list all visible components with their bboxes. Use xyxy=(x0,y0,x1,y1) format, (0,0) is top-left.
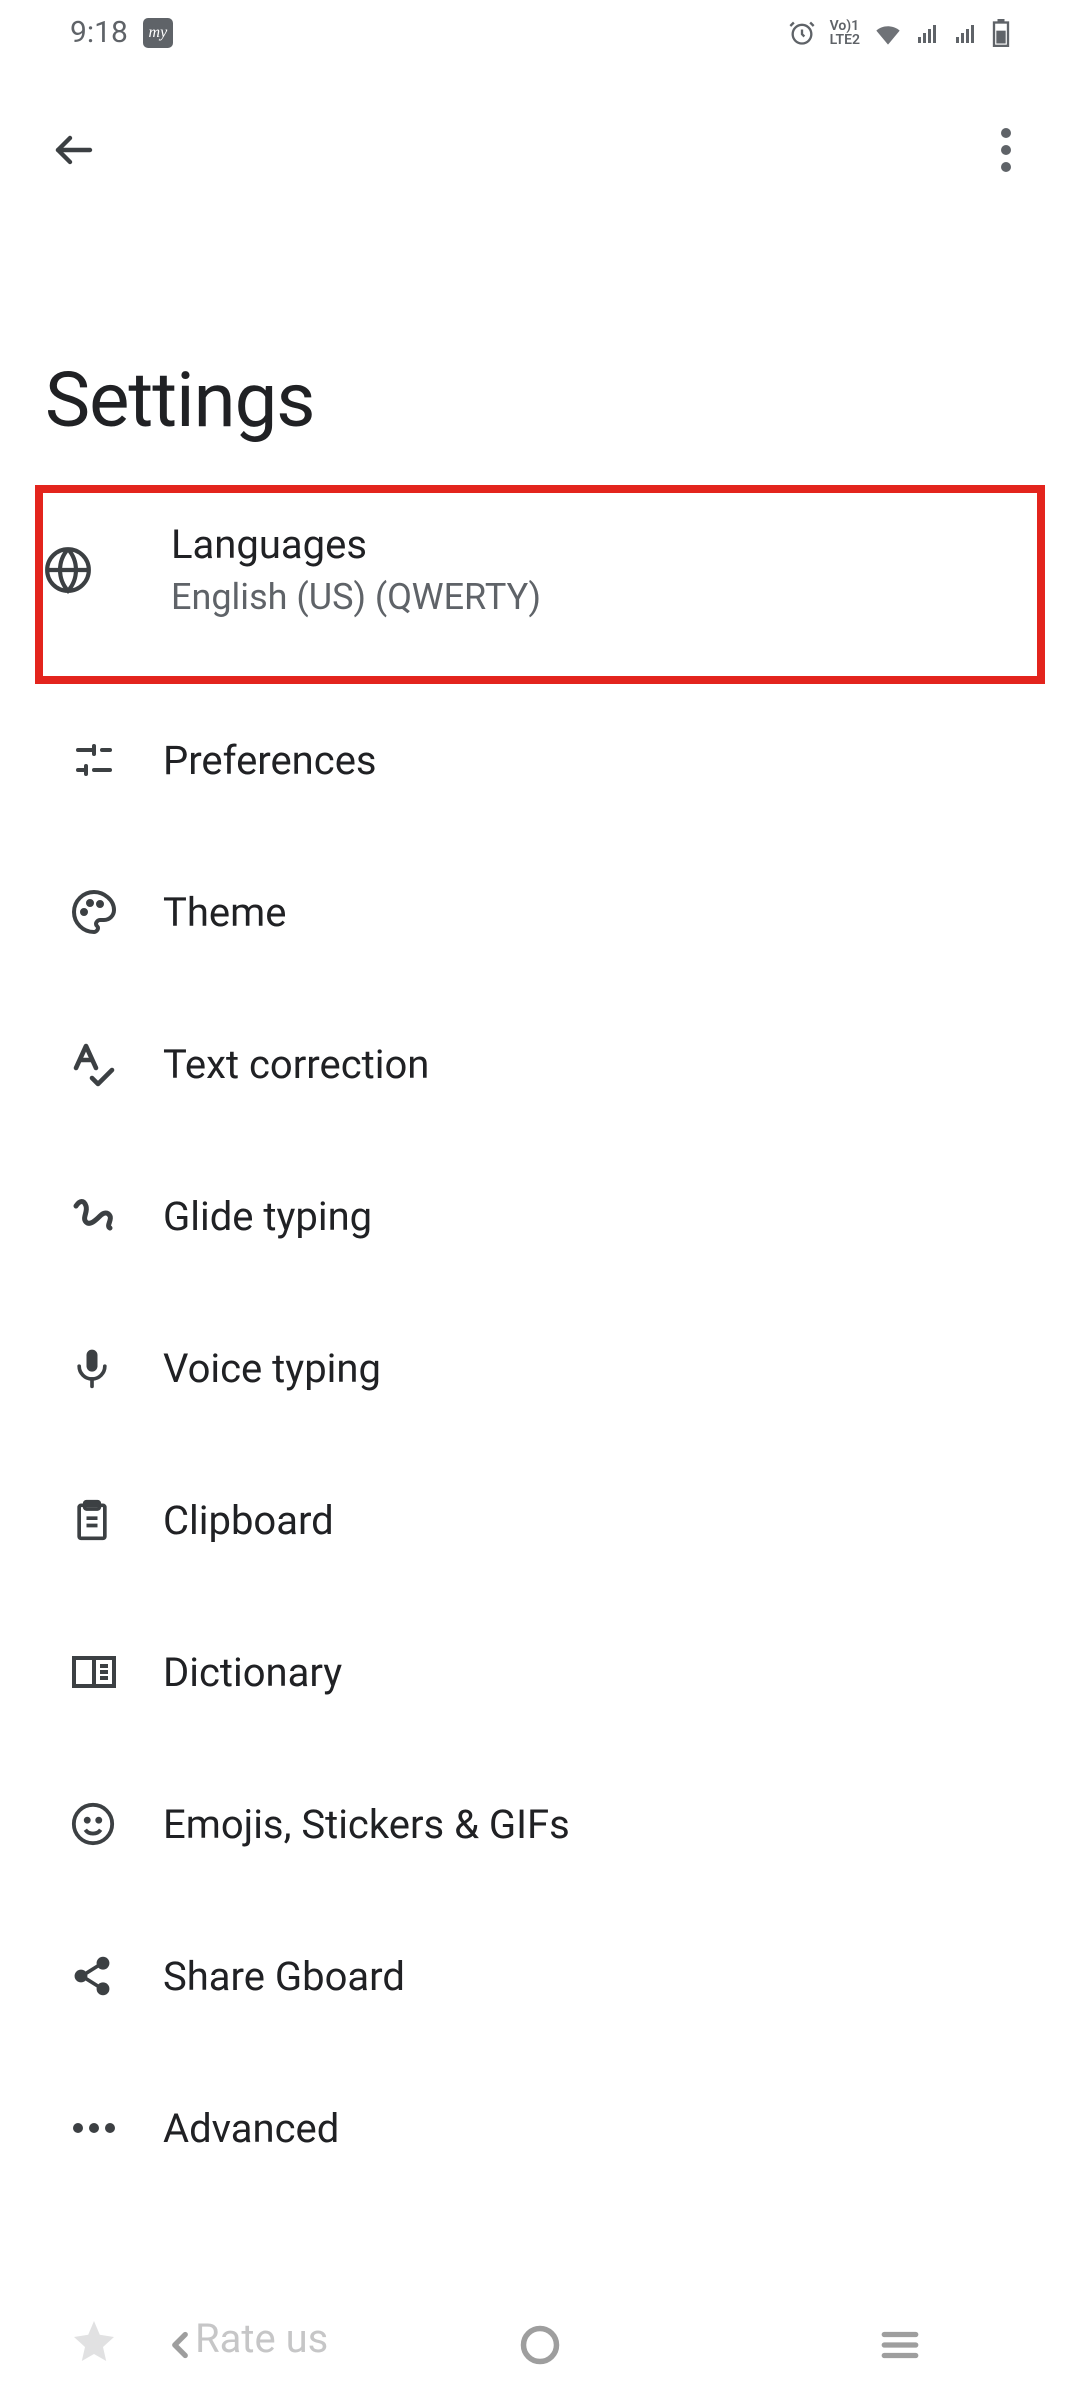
settings-item-text-correction[interactable]: Text correction xyxy=(0,988,1080,1140)
share-icon xyxy=(70,1952,114,2000)
status-bar-left: 9:18 my xyxy=(70,15,173,50)
arrow-left-icon xyxy=(50,126,98,174)
overflow-menu-button[interactable] xyxy=(982,126,1030,174)
clipboard-icon xyxy=(70,1496,114,1544)
mic-icon xyxy=(70,1346,114,1390)
signal-icon-2 xyxy=(954,21,978,45)
page-title: Settings xyxy=(0,355,1080,445)
network-lte-indicator: Vo)1 LTE2 xyxy=(830,19,860,47)
settings-item-preferences[interactable]: Preferences xyxy=(0,684,1080,836)
item-title: Voice typing xyxy=(163,1345,381,1392)
status-bar-right: Vo)1 LTE2 xyxy=(788,19,1010,47)
item-title: Glide typing xyxy=(163,1193,372,1240)
settings-item-languages[interactable]: Languages English (US) (QWERTY) xyxy=(43,521,1037,618)
settings-item-theme[interactable]: Theme xyxy=(0,836,1080,988)
item-title: Clipboard xyxy=(163,1497,334,1544)
system-nav-bar xyxy=(0,2290,1080,2400)
item-title: Emojis, Stickers & GIFs xyxy=(163,1801,570,1848)
settings-item-advanced[interactable]: Advanced xyxy=(0,2052,1080,2204)
item-title: Preferences xyxy=(163,737,377,784)
spellcheck-icon xyxy=(70,1040,118,1088)
item-title: Advanced xyxy=(163,2105,339,2152)
more-horizontal-icon xyxy=(70,2118,118,2138)
gesture-icon xyxy=(70,1192,118,1240)
circle-icon xyxy=(518,2323,562,2367)
emoji-icon xyxy=(70,1801,116,1847)
settings-list: Preferences Theme Text correction Glide … xyxy=(0,684,1080,2204)
back-button[interactable] xyxy=(50,126,98,174)
battery-icon xyxy=(992,19,1010,47)
item-title: Share Gboard xyxy=(163,1953,405,2000)
sliders-icon xyxy=(70,736,118,784)
nav-back-button[interactable] xyxy=(145,2310,215,2380)
item-subtitle: English (US) (QWERTY) xyxy=(171,576,541,618)
settings-item-emojis[interactable]: Emojis, Stickers & GIFs xyxy=(0,1748,1080,1900)
item-title: Theme xyxy=(163,889,286,936)
settings-item-share[interactable]: Share Gboard xyxy=(0,1900,1080,2052)
nav-home-button[interactable] xyxy=(505,2310,575,2380)
palette-icon xyxy=(70,888,118,936)
signal-icon-1 xyxy=(916,21,940,45)
item-title: Languages xyxy=(171,521,541,568)
highlight-callout: Languages English (US) (QWERTY) xyxy=(35,485,1045,684)
settings-item-clipboard[interactable]: Clipboard xyxy=(0,1444,1080,1596)
settings-item-voice-typing[interactable]: Voice typing xyxy=(0,1292,1080,1444)
nav-recents-button[interactable] xyxy=(865,2310,935,2380)
item-title: Dictionary xyxy=(163,1649,342,1696)
chevron-left-icon xyxy=(159,2324,201,2366)
more-vertical-icon xyxy=(1001,128,1011,138)
settings-item-glide-typing[interactable]: Glide typing xyxy=(0,1140,1080,1292)
app-notification-badge: my xyxy=(143,18,173,48)
app-bar xyxy=(0,95,1080,205)
wifi-icon xyxy=(874,21,902,45)
menu-icon xyxy=(879,2327,921,2363)
status-time: 9:18 xyxy=(70,15,128,50)
globe-icon xyxy=(43,545,93,595)
book-icon xyxy=(70,1650,118,1694)
alarm-icon xyxy=(788,19,816,47)
status-bar: 9:18 my Vo)1 LTE2 xyxy=(0,0,1080,65)
settings-item-dictionary[interactable]: Dictionary xyxy=(0,1596,1080,1748)
item-title: Text correction xyxy=(163,1041,429,1088)
